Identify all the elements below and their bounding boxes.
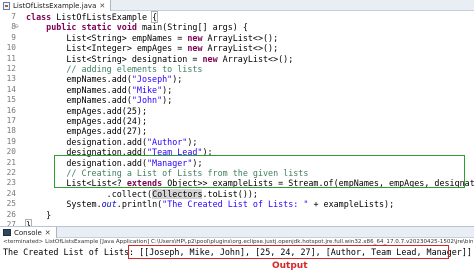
- line-number: 19: [6, 136, 16, 146]
- code-line[interactable]: 10 List<Integer> empAges = new ArrayList…: [0, 43, 474, 53]
- line-number: 18: [6, 126, 16, 136]
- line-number: 23: [6, 178, 16, 188]
- code-line[interactable]: 24 .collect(Collectors.toList());: [0, 188, 474, 199]
- line-number: 14: [6, 84, 16, 94]
- code-editor[interactable]: 7class ListOfListsExample {8 public stat…: [0, 11, 474, 239]
- code-text: List<String> empNames = new ArrayList<>(…: [26, 32, 279, 43]
- code-text: empAges.add(24);: [26, 116, 148, 126]
- code-text: empNames.add("Joseph");: [26, 74, 183, 85]
- line-number: 24: [6, 188, 16, 198]
- code-line[interactable]: 8 public static void main(String[] args)…: [0, 22, 474, 33]
- output-annotation: Output: [272, 261, 308, 271]
- line-number: 11: [6, 53, 16, 63]
- code-text: empAges.add(25);: [26, 105, 148, 116]
- console-tab[interactable]: Console ✕: [0, 227, 57, 238]
- code-line[interactable]: 13 empNames.add("Joseph");: [0, 74, 474, 84]
- code-line[interactable]: 7 class ListOfListsExample {: [0, 11, 474, 23]
- line-number: 12: [6, 64, 16, 73]
- console-icon: [3, 229, 11, 236]
- close-icon[interactable]: ✕: [99, 2, 105, 10]
- code-line[interactable]: 12 // adding elements to lists: [0, 64, 474, 74]
- editor-tab[interactable]: ListOfListsExample.java ✕: [0, 0, 112, 11]
- code-text: empAges.add(27);: [26, 126, 148, 137]
- line-number: 22: [6, 168, 16, 177]
- console-tab-bar: Console ✕: [0, 226, 474, 238]
- line-number: 9: [11, 32, 16, 42]
- code-text: designation.add("Author");: [26, 136, 198, 147]
- line-number: 26: [6, 209, 16, 219]
- line-number: 10: [6, 43, 16, 53]
- code-line[interactable]: 19 designation.add("Author");: [0, 137, 474, 147]
- output-highlight-box: [128, 245, 449, 259]
- line-number: 8: [0, 22, 18, 33]
- close-icon[interactable]: ✕: [45, 229, 51, 237]
- editor-tab-bar: ListOfListsExample.java ✕: [0, 0, 474, 11]
- code-text: empNames.add("Mike");: [26, 84, 173, 95]
- code-line[interactable]: 14 empNames.add("Mike");: [0, 85, 474, 95]
- code-text: }: [26, 209, 52, 220]
- line-number: 21: [6, 157, 16, 167]
- code-text: .collect(Collectors.toList());: [26, 188, 258, 199]
- line-number: 17: [6, 116, 16, 125]
- code-line[interactable]: 9 List<String> empNames = new ArrayList<…: [0, 33, 474, 43]
- code-text: class ListOfListsExample {: [26, 11, 159, 23]
- line-number: 15: [6, 95, 16, 105]
- code-line[interactable]: 15 empNames.add("John");: [0, 95, 474, 105]
- output-prefix: The Created List of Lists:: [3, 247, 140, 257]
- code-text: System.out.println("The Created List of …: [26, 199, 395, 210]
- console-tab-label: Console: [14, 228, 42, 237]
- code-line[interactable]: 16 empAges.add(25);: [0, 106, 474, 116]
- code-line[interactable]: 26 }: [0, 210, 474, 220]
- code-text: empNames.add("John");: [26, 95, 173, 106]
- java-file-icon: [3, 1, 10, 10]
- line-number: 13: [6, 74, 16, 84]
- line-number: 7: [11, 12, 16, 21]
- code-line[interactable]: 11 List<String> designation = new ArrayL…: [0, 54, 474, 64]
- editor-tab-label: ListOfListsExample.java: [13, 1, 97, 10]
- code-text: // adding elements to lists: [26, 64, 203, 74]
- code-line[interactable]: 25 System.out.println("The Created List …: [0, 199, 474, 209]
- code-text: List<String> designation = new ArrayList…: [26, 53, 294, 64]
- code-text: public static void main(String[] args) {: [46, 22, 248, 33]
- line-number: 25: [6, 199, 16, 209]
- code-line[interactable]: 18 empAges.add(27);: [0, 126, 474, 136]
- code-line[interactable]: 17 empAges.add(24);: [0, 116, 474, 126]
- code-text: List<Integer> empAges = new ArrayList<>(…: [26, 43, 279, 54]
- stream-collect-highlight: [54, 155, 465, 188]
- line-number: 16: [6, 105, 16, 115]
- line-number: 20: [6, 147, 16, 157]
